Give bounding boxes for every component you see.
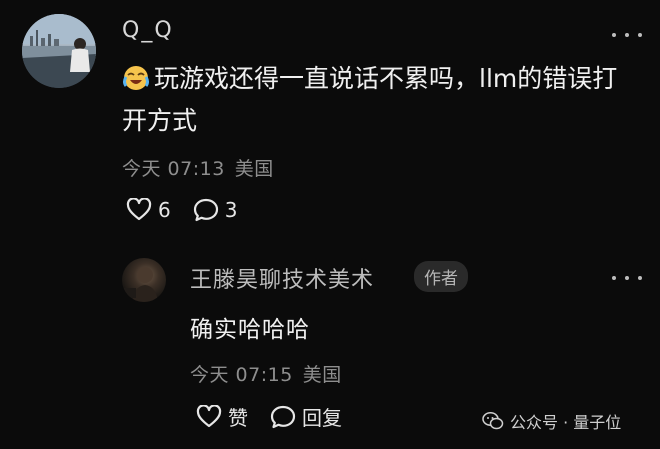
reply-count: 3 [224,198,238,222]
more-options-icon[interactable] [612,30,642,40]
like-count: 6 [158,198,171,222]
speech-bubble-icon [270,405,296,428]
comment-username[interactable]: Q_Q [122,18,174,43]
comment-time: 今天 07:13 [122,158,225,180]
avatar[interactable] [22,14,96,88]
reply-time: 今天 07:15 [190,364,293,386]
comment-location: 美国 [234,158,274,180]
reply-reply-label: 回复 [302,406,342,430]
reply-count-button[interactable]: 3 [193,198,238,222]
comment-text: 玩游戏还得一直说话不累吗，llm的错误打开方式 [122,58,642,142]
comment-actions: 6 3 [126,198,259,222]
heart-icon [126,198,152,221]
reply-like-button[interactable]: 赞 [196,402,248,431]
speech-bubble-icon [193,198,218,222]
watermark-text: 公众号 · 量子位 [510,413,622,432]
reply-more-options-icon[interactable] [612,273,642,283]
reply-actions: 赞 回复 [196,402,364,431]
reply-like-label: 赞 [228,406,248,430]
reply-username[interactable]: 王滕昊聊技术美术 [190,262,374,294]
heart-icon [196,404,222,427]
reply-avatar[interactable] [122,258,166,302]
reply-text: 确实哈哈哈 [190,317,310,343]
crying-laughing-face-icon [123,66,149,90]
reply-location: 美国 [302,364,342,386]
author-badge: 作者 [414,261,468,292]
reply-reply-button[interactable]: 回复 [270,402,342,431]
reply-meta: 今天 07:15 美国 [190,360,352,387]
comment-meta: 今天 07:13 美国 [122,154,284,181]
watermark: 公众号 · 量子位 [482,409,621,433]
comment-body: 玩游戏还得一直说话不累吗，llm的错误打开方式 [122,64,618,135]
comment-thread: Q_Q 玩游戏还得一直说话不累吗，llm的错误打开方式 今天 07:13 美国 6… [0,0,660,449]
wechat-icon [482,412,504,430]
like-button[interactable]: 6 [126,198,171,222]
